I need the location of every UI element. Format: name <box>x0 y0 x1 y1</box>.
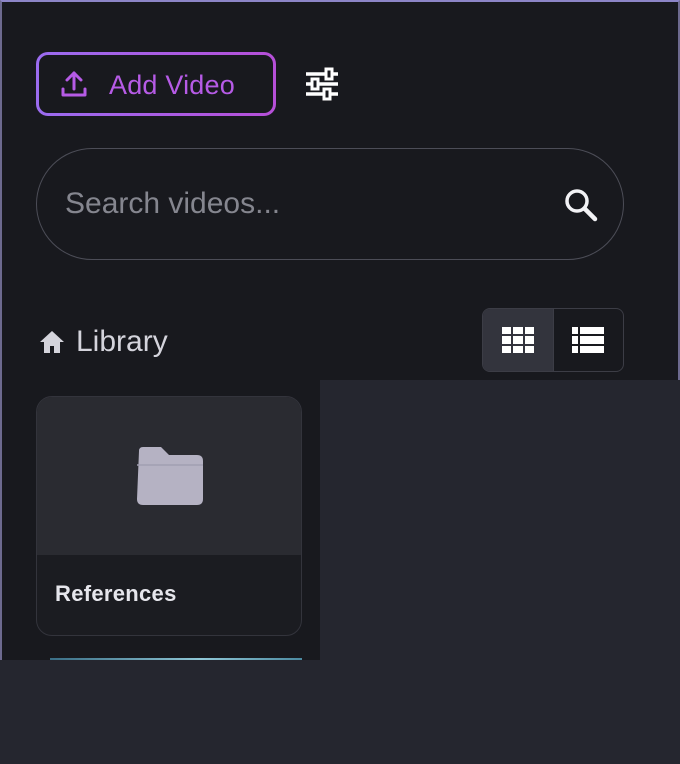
list-view-button[interactable] <box>552 309 624 371</box>
folder-thumbnail <box>37 397 301 555</box>
empty-area-bottom <box>0 660 680 764</box>
grid-icon <box>501 327 534 353</box>
add-video-label: Add Video <box>109 70 235 100</box>
list-icon <box>572 327 605 353</box>
breadcrumb-library[interactable]: Library <box>76 325 168 359</box>
folder-icon <box>137 447 203 505</box>
add-video-button[interactable]: Add Video <box>36 52 276 116</box>
home-icon[interactable] <box>38 328 66 356</box>
app-root: Add Video Library <box>0 0 680 764</box>
search-box <box>36 148 624 260</box>
grid-view-button[interactable] <box>483 309 553 371</box>
folder-name: References <box>55 581 177 606</box>
search-input[interactable] <box>63 183 547 225</box>
search-icon[interactable] <box>561 185 601 225</box>
view-toggle <box>482 308 624 372</box>
sliders-icon[interactable] <box>302 64 342 104</box>
upload-icon <box>61 71 87 97</box>
folder-card-references[interactable]: References <box>36 396 302 636</box>
breadcrumb: Library <box>38 322 168 362</box>
